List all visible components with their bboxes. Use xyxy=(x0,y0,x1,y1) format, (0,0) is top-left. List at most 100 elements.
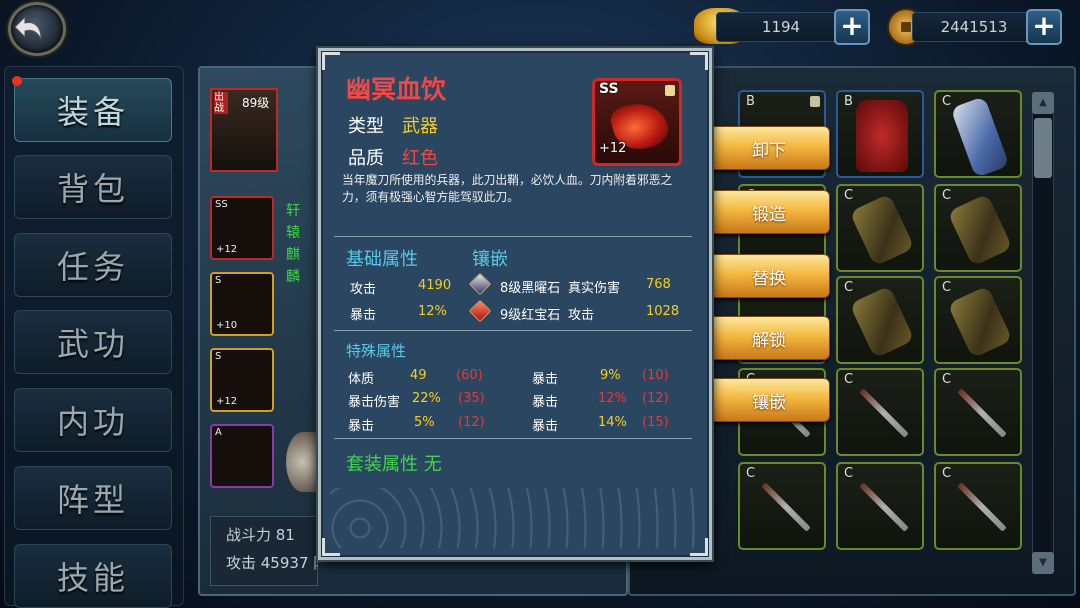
type-label: 类型 xyxy=(348,116,384,137)
type-value: 武器 xyxy=(402,116,438,137)
unequip-button[interactable]: 卸下 xyxy=(708,126,830,170)
inlay-gem-name: 8级黑曜石 xyxy=(500,281,561,296)
equip-slot-3[interactable]: S +12 xyxy=(210,348,274,412)
special-attr-name: 体质 xyxy=(348,372,375,387)
special-attr-name: 暴击 xyxy=(532,419,559,434)
divider xyxy=(334,236,692,237)
inventory-cell[interactable]: C xyxy=(934,184,1022,272)
gauntlet-icon xyxy=(947,285,1013,359)
back-arrow-icon xyxy=(14,15,42,40)
sword-icon xyxy=(957,482,1007,532)
pet-avatar[interactable] xyxy=(286,432,320,492)
notification-dot xyxy=(12,76,22,86)
special-attr-name: 暴击 xyxy=(532,395,559,410)
character-portrait[interactable]: 出战 89级 xyxy=(210,88,278,172)
quality-label: 品质 xyxy=(348,148,384,169)
armor-icon xyxy=(856,100,908,172)
quality-value: 红色 xyxy=(402,148,438,169)
base-attr-title: 基础属性 xyxy=(346,249,418,270)
inlay-value: 768 xyxy=(646,277,671,292)
inlay-stat: 真实伤害 xyxy=(568,281,621,296)
set-attributes: 套装属性 无 xyxy=(346,454,442,475)
battle-badge: 出战 xyxy=(214,92,228,114)
slot-grade: SS xyxy=(215,199,228,210)
tab-inner-power[interactable]: 内功 xyxy=(14,388,172,452)
inlay-value: 1028 xyxy=(646,304,680,319)
scroll-up-button[interactable]: ▲ xyxy=(1032,92,1054,114)
slot-plus: +12 xyxy=(216,396,238,407)
special-attr-range: (60) xyxy=(456,368,483,383)
base-attr-name: 攻击 xyxy=(350,282,377,297)
special-attr-range: (35) xyxy=(458,391,485,406)
character-level: 89级 xyxy=(242,96,270,110)
scroll-thumb[interactable] xyxy=(1034,118,1052,178)
special-attr-value: 49 xyxy=(410,368,427,383)
cell-grade: C xyxy=(844,188,854,203)
inventory-cell[interactable]: C xyxy=(934,462,1022,550)
tab-skills[interactable]: 技能 xyxy=(14,544,172,608)
inventory-cell[interactable]: C xyxy=(836,184,924,272)
equip-slot-4[interactable]: A xyxy=(210,424,274,488)
inventory-cell[interactable]: C xyxy=(836,276,924,364)
slot-grade: S xyxy=(215,351,222,362)
stats-summary: 攻击 45937 防御 9266 气血 72913 xyxy=(226,554,318,572)
inventory-cell[interactable]: B xyxy=(836,90,924,178)
replace-button[interactable]: 替换 xyxy=(708,254,830,298)
base-attr-value: 4190 xyxy=(418,278,452,293)
equip-slot-weapon[interactable]: SS +12 xyxy=(210,196,274,260)
tab-tasks[interactable]: 任务 xyxy=(14,233,172,297)
bracer-icon xyxy=(950,96,1010,178)
tab-equipment[interactable]: 装备 xyxy=(14,78,172,142)
gauntlet-icon xyxy=(849,285,915,359)
cell-grade: C xyxy=(746,466,756,481)
corner-ornament xyxy=(690,52,708,70)
inventory-cell[interactable]: C xyxy=(836,462,924,550)
cell-grade: C xyxy=(942,372,952,387)
sword-icon xyxy=(761,482,811,532)
tab-backpack[interactable]: 背包 xyxy=(14,155,172,219)
special-attr-value: 12% xyxy=(598,391,627,406)
slot-plus: +10 xyxy=(216,320,238,331)
special-attr-value: 5% xyxy=(414,415,435,430)
lock-icon xyxy=(665,85,675,96)
item-grade: SS xyxy=(599,81,619,97)
cell-grade: B xyxy=(746,94,755,109)
cell-grade: C xyxy=(942,280,952,295)
slot-plus: +12 xyxy=(216,244,238,255)
slot-grade: A xyxy=(215,427,222,438)
tab-martial-arts[interactable]: 武功 xyxy=(14,310,172,374)
equip-slot-2[interactable]: S +10 xyxy=(210,272,274,336)
cell-grade: C xyxy=(844,466,854,481)
gauntlet-icon xyxy=(849,193,915,267)
slot-grade: S xyxy=(215,275,222,286)
divider xyxy=(334,438,692,439)
divider xyxy=(334,330,692,331)
inventory-cell[interactable]: C xyxy=(934,90,1022,178)
inlay-button[interactable]: 镶嵌 xyxy=(708,378,830,422)
cloud-pattern xyxy=(330,488,700,548)
coin-amount: 2441513 xyxy=(912,12,1036,42)
inventory-cell[interactable]: C xyxy=(934,276,1022,364)
inventory-cell[interactable]: C xyxy=(738,462,826,550)
special-attr-range: (12) xyxy=(642,391,669,406)
battle-power: 战斗力 81 xyxy=(226,526,295,544)
item-description: 当年魔刀所使用的兵器，此刀出鞘，必饮人血。刀内附着邪恶之力，须有极强心智方能驾驭… xyxy=(342,173,673,204)
gold-amount: 1194 xyxy=(716,12,846,42)
add-coin-button[interactable]: + xyxy=(1026,9,1062,45)
inlay-title: 镶嵌 xyxy=(472,249,508,270)
inventory-cell[interactable]: C xyxy=(934,368,1022,456)
special-attr-title: 特殊属性 xyxy=(346,342,407,360)
special-attr-range: (15) xyxy=(642,415,669,430)
add-gold-button[interactable]: + xyxy=(834,9,870,45)
back-button[interactable] xyxy=(8,2,66,56)
lock-icon xyxy=(810,96,820,107)
sword-icon xyxy=(859,388,909,438)
tab-formation[interactable]: 阵型 xyxy=(14,466,172,530)
base-attr-name: 暴击 xyxy=(350,308,377,323)
inventory-cell[interactable]: C xyxy=(836,368,924,456)
gauntlet-icon xyxy=(947,193,1013,267)
forge-button[interactable]: 锻造 xyxy=(708,190,830,234)
scroll-down-button[interactable]: ▼ xyxy=(1032,552,1054,574)
unlock-button[interactable]: 解锁 xyxy=(708,316,830,360)
special-attr-name: 暴击伤害 xyxy=(348,395,401,410)
